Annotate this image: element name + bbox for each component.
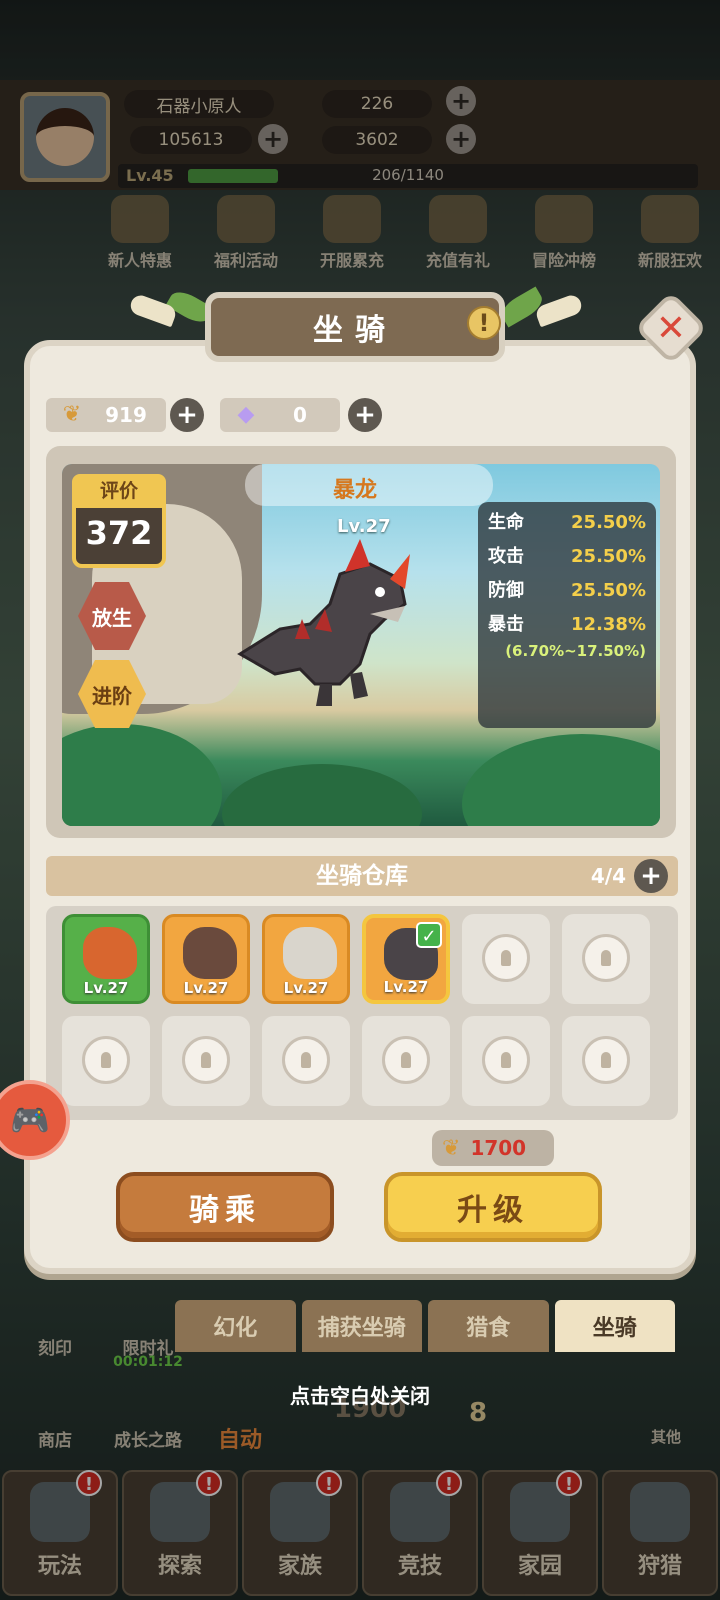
lock-icon [282, 1036, 330, 1084]
locked-slot[interactable] [162, 1016, 250, 1106]
bush [62, 724, 222, 826]
dinosaur-mount-image[interactable] [220, 534, 420, 714]
rating-value: 372 [85, 514, 153, 552]
locked-slot[interactable] [462, 914, 550, 1004]
mount-slot-3[interactable]: Lv.27 [262, 914, 350, 1004]
checkmark-icon: ✓ [416, 922, 442, 948]
add-grain-button[interactable]: + [170, 398, 204, 432]
lock-icon [482, 934, 530, 982]
stat-crit: 暴击 12.38% [488, 614, 646, 635]
rating-box: 评价 372 [72, 474, 166, 568]
wheat-icon: ❦ [442, 1135, 461, 1161]
mount-slot-1[interactable]: Lv.27 [62, 914, 150, 1004]
dinosaur-icon [283, 927, 337, 979]
close-icon: ✕ [655, 307, 687, 349]
rating-label: 评价 [72, 474, 166, 508]
lock-icon [182, 1036, 230, 1084]
tab-transform[interactable]: 幻化 [175, 1300, 296, 1352]
crit-range: (6.70%~17.50%) [505, 642, 646, 660]
stat-hp: 生命 25.50% [488, 512, 646, 533]
lock-icon [582, 1036, 630, 1084]
locked-slot[interactable] [462, 1016, 550, 1106]
info-button[interactable]: ! [467, 306, 501, 340]
mount-storage-grid: Lv.27 Lv.27 Lv.27 ✓ Lv.27 [46, 906, 678, 1120]
crystal-currency: ◆ 0 [220, 398, 340, 432]
tab-mount[interactable]: 坐骑 [554, 1300, 675, 1352]
dinosaur-icon [183, 927, 237, 979]
ride-button[interactable]: 骑乘 [116, 1172, 334, 1242]
mount-tabs: 幻化 捕获坐骑 猎食 坐骑 [175, 1300, 675, 1352]
locked-slot[interactable] [562, 914, 650, 1004]
close-hint: 点击空白处关闭 [290, 1384, 430, 1408]
bush [222, 764, 422, 826]
locked-slot[interactable] [62, 1016, 150, 1106]
locked-slot[interactable] [262, 1016, 350, 1106]
lock-icon [82, 1036, 130, 1084]
crystal-value: 0 [293, 403, 307, 427]
storage-count: 4/4 [590, 864, 626, 888]
locked-slot[interactable] [362, 1016, 450, 1106]
lock-icon [482, 1036, 530, 1084]
mount-slot-4[interactable]: ✓ Lv.27 [362, 914, 450, 1004]
stat-defense: 防御 25.50% [488, 580, 646, 601]
tab-capture[interactable]: 捕获坐骑 [301, 1300, 422, 1352]
mount-level: Lv.27 [337, 516, 391, 537]
upgrade-button[interactable]: 升级 [384, 1172, 602, 1242]
expand-storage-button[interactable]: + [634, 859, 668, 893]
stat-attack: 攻击 25.50% [488, 546, 646, 567]
upgrade-cost-value: 1700 [470, 1136, 527, 1160]
dialog-title: 坐骑 [313, 313, 397, 348]
mount-stats-panel: 生命 25.50% 攻击 25.50% 防御 25.50% 暴击 12.38% (6.7… [478, 502, 656, 728]
add-crystal-button[interactable]: + [348, 398, 382, 432]
grain-currency: ❦ 919 [46, 398, 166, 432]
upgrade-cost: ❦ 1700 [432, 1130, 554, 1166]
storage-title: 坐骑仓库 [316, 863, 408, 889]
dialog-title-plate: 坐骑 [205, 292, 505, 362]
tab-hunt-food[interactable]: 猎食 [428, 1300, 549, 1352]
grain-value: 919 [105, 403, 147, 427]
bush [462, 734, 660, 826]
locked-slot[interactable] [562, 1016, 650, 1106]
mount-storage-header: 坐骑仓库 4/4 + [46, 856, 678, 896]
mount-name: 暴龙 [333, 478, 378, 503]
crystal-icon: ◆ [237, 402, 255, 427]
lock-icon [582, 934, 630, 982]
dinosaur-icon [83, 927, 137, 979]
wheat-icon: ❦ [62, 402, 82, 427]
lock-icon [382, 1036, 430, 1084]
mount-slot-2[interactable]: Lv.27 [162, 914, 250, 1004]
